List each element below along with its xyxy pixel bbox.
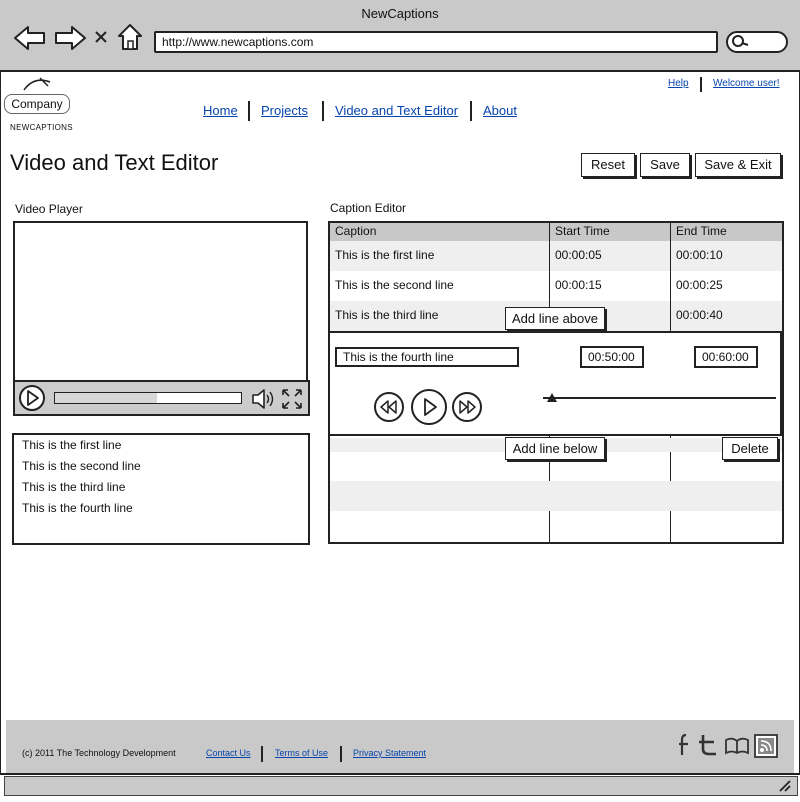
facebook-icon[interactable] bbox=[676, 733, 692, 757]
transcript-line: This is the fourth line bbox=[22, 501, 133, 515]
row-end-time: 00:00:10 bbox=[676, 248, 723, 262]
fast-forward-icon bbox=[459, 400, 476, 414]
divider bbox=[340, 746, 342, 762]
nav-video-text-editor[interactable]: Video and Text Editor bbox=[335, 103, 458, 118]
column-header-end-time: End Time bbox=[676, 224, 727, 238]
status-bar-inner bbox=[4, 776, 798, 796]
window-title: NewCaptions bbox=[361, 6, 439, 21]
nav-home[interactable]: Home bbox=[203, 103, 238, 118]
divider bbox=[700, 77, 702, 92]
row-start-time: 00:00:05 bbox=[555, 248, 602, 262]
volume-icon[interactable] bbox=[250, 386, 276, 412]
row-caption: This is the second line bbox=[335, 278, 454, 292]
transcript-line: This is the first line bbox=[22, 438, 122, 452]
caption-editor-label: Caption Editor bbox=[330, 201, 407, 215]
transcript-line: This is the third line bbox=[22, 480, 126, 494]
rss-icon[interactable] bbox=[754, 734, 778, 758]
logo-subtitle: NEWCAPTIONS bbox=[10, 123, 73, 132]
row-end-time: 00:00:25 bbox=[676, 278, 723, 292]
row-end-time: 00:00:40 bbox=[676, 308, 723, 322]
video-player-label: Video Player bbox=[15, 202, 83, 216]
footer-link-contact[interactable]: Contact Us bbox=[206, 748, 251, 758]
footer-link-privacy[interactable]: Privacy Statement bbox=[353, 748, 426, 758]
rewind-icon bbox=[380, 400, 397, 414]
row-start-time: 00:00:15 bbox=[555, 278, 602, 292]
divider bbox=[470, 101, 472, 121]
help-link[interactable]: Help bbox=[668, 78, 689, 89]
video-progress-bar[interactable] bbox=[54, 392, 242, 404]
footer-link-terms[interactable]: Terms of Use bbox=[275, 748, 328, 758]
page-title: Video and Text Editor bbox=[10, 150, 219, 175]
divider bbox=[261, 746, 263, 762]
address-bar[interactable]: http://www.newcaptions.com bbox=[154, 31, 718, 53]
caption-text-input[interactable]: This is the fourth line bbox=[335, 347, 519, 367]
twitter-icon[interactable] bbox=[697, 733, 719, 757]
save-exit-button[interactable]: Save & Exit bbox=[695, 153, 781, 177]
column-divider bbox=[670, 223, 671, 331]
column-header-start-time: Start Time bbox=[555, 224, 610, 238]
video-progress-fill bbox=[55, 393, 158, 403]
close-icon[interactable] bbox=[92, 28, 110, 46]
save-button[interactable]: Save bbox=[640, 153, 690, 177]
play-icon bbox=[424, 398, 437, 416]
column-header-caption: Caption bbox=[335, 224, 377, 238]
start-time-input[interactable]: 00:50:00 bbox=[580, 346, 644, 368]
divider bbox=[322, 101, 324, 121]
delete-button[interactable]: Delete bbox=[722, 437, 778, 460]
home-icon[interactable] bbox=[116, 22, 144, 52]
row-caption: This is the third line bbox=[335, 308, 439, 322]
fullscreen-icon[interactable] bbox=[280, 387, 304, 411]
table-row[interactable] bbox=[330, 481, 782, 511]
resize-grip-icon[interactable] bbox=[776, 778, 792, 792]
search-icon bbox=[732, 35, 749, 47]
copyright-text: (c) 2011 The Technology Development bbox=[22, 748, 176, 758]
reset-button[interactable]: Reset bbox=[581, 153, 635, 177]
end-time-input[interactable]: 00:60:00 bbox=[694, 346, 758, 368]
nav-projects[interactable]: Projects bbox=[261, 103, 308, 118]
company-logo[interactable]: Company bbox=[4, 94, 70, 114]
logo-mark-icon bbox=[23, 77, 51, 91]
caption-timeline-slider[interactable] bbox=[543, 397, 776, 399]
divider bbox=[248, 101, 250, 121]
transcript-line: This is the second line bbox=[22, 459, 141, 473]
add-line-below-button[interactable]: Add line below bbox=[505, 437, 605, 460]
arrow-right-icon[interactable] bbox=[52, 24, 88, 52]
add-line-above-button[interactable]: Add line above bbox=[505, 307, 605, 330]
arrow-left-icon[interactable] bbox=[12, 24, 48, 52]
nav-about[interactable]: About bbox=[483, 103, 517, 118]
play-icon[interactable] bbox=[18, 384, 48, 412]
book-icon[interactable] bbox=[724, 736, 750, 756]
welcome-user-link[interactable]: Welcome user! bbox=[713, 78, 780, 89]
row-caption: This is the first line bbox=[335, 248, 435, 262]
slider-thumb[interactable] bbox=[547, 393, 558, 402]
